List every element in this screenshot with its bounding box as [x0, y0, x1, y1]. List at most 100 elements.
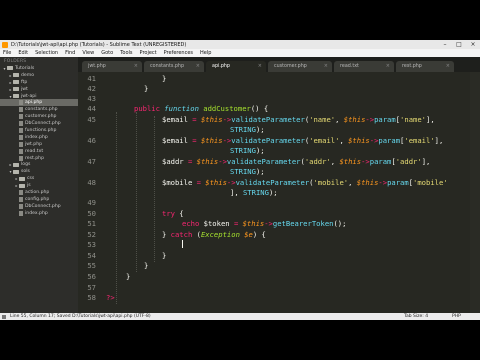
code-token: Exception	[200, 230, 240, 239]
code-line[interactable]: ?>	[106, 293, 115, 302]
menu-goto[interactable]: Goto	[101, 50, 113, 56]
tab-close-icon[interactable]: ×	[258, 61, 262, 72]
code-line[interactable]: STRING);	[230, 146, 265, 155]
menu-find[interactable]: Find	[65, 50, 75, 56]
code-token: validateParameter	[231, 115, 305, 124]
tab-close-icon[interactable]: ×	[446, 61, 450, 72]
sidebar-file[interactable]: jwt.php	[0, 141, 78, 148]
sidebar-file[interactable]: read.txt	[0, 148, 78, 155]
tab-customer[interactable]: customer.php ×	[268, 61, 332, 72]
menu-selection[interactable]: Selection	[35, 50, 58, 56]
line-number: 50	[87, 209, 96, 218]
code-token: }	[162, 251, 167, 260]
menu-edit[interactable]: Edit	[18, 50, 28, 56]
code-line[interactable]: echo $token = $this->getBearerToken();	[182, 219, 346, 228]
sidebar-file[interactable]: DbConnect.php	[0, 120, 78, 127]
sidebar-file[interactable]: config.php	[0, 196, 78, 203]
line-number: 41	[87, 74, 96, 83]
sidebar-folder[interactable]: ▸ logs	[0, 161, 78, 168]
code-line[interactable]: }	[144, 84, 148, 93]
code-token: $e	[244, 230, 253, 239]
sidebar-file[interactable]: functions.php	[0, 127, 78, 134]
code-token: function	[164, 104, 199, 113]
indent-guide	[116, 112, 117, 304]
menu-project[interactable]: Project	[140, 50, 157, 56]
tab-close-icon[interactable]: ×	[196, 61, 200, 72]
code-line[interactable]: }	[162, 74, 166, 83]
close-icon[interactable]: ×	[466, 40, 480, 49]
code-token: ->	[378, 178, 388, 187]
tab-read[interactable]: read.txt ×	[334, 61, 394, 72]
code-line[interactable]: try {	[162, 209, 184, 218]
code-token: ,	[335, 115, 344, 124]
code-token: $this	[196, 157, 219, 166]
title-bar: D:\Tutorials\jwt-api\api.php (Tutorials)…	[0, 40, 480, 49]
sidebar-item-label: index.php	[25, 210, 48, 216]
code-line[interactable]: ], STRING);	[230, 188, 278, 197]
menu-view[interactable]: View	[82, 50, 94, 56]
folder-icon	[19, 176, 25, 181]
sidebar-item-label: logs	[21, 162, 31, 168]
code-line[interactable]: public function addCustomer() {	[134, 104, 268, 113]
code-line[interactable]: $mobile = $this->validateParameter('mobi…	[162, 178, 448, 187]
code-line[interactable]: }	[144, 261, 148, 270]
sidebar-item-label: index.php	[25, 134, 48, 140]
sidebar-file[interactable]: action.php	[0, 189, 78, 196]
tab-api[interactable]: api.php ×	[206, 61, 266, 72]
sidebar-folder[interactable]: ▸ demo	[0, 72, 78, 79]
code-line[interactable]: }	[126, 272, 130, 281]
sublime-window: D:\Tutorials\jwt-api\api.php (Tutorials)…	[0, 40, 480, 320]
sidebar-folder[interactable]: ▸ jwt	[0, 86, 78, 93]
file-icon	[19, 134, 23, 140]
sublime-app-icon	[2, 41, 8, 48]
maximize-icon[interactable]: □	[452, 40, 466, 49]
indent-guide	[136, 112, 137, 272]
code-token: );	[255, 146, 265, 155]
tab-close-icon[interactable]: ×	[386, 61, 390, 72]
sidebar-file[interactable]: DbConnect.php	[0, 203, 78, 210]
menu-preferences[interactable]: Preferences	[164, 50, 193, 56]
sidebar-file[interactable]: api.php	[0, 99, 78, 107]
sidebar-file[interactable]: constants.php	[0, 106, 78, 113]
code-line[interactable]: } catch (Exception $e) {	[162, 230, 266, 239]
code-line[interactable]: $addr = $this->validateParameter('addr',…	[162, 157, 430, 166]
panel-toggle-icon[interactable]	[2, 314, 6, 319]
code-line[interactable]: }	[162, 251, 166, 260]
sidebar-file[interactable]: index.php	[0, 134, 78, 141]
menu-tools[interactable]: Tools	[120, 50, 132, 56]
code-line[interactable]: STRING);	[230, 125, 265, 134]
code-token: $email	[162, 115, 188, 124]
sidebar-file[interactable]: index.php	[0, 210, 78, 217]
minimap[interactable]	[470, 72, 480, 313]
tab-close-icon[interactable]: ×	[134, 61, 138, 72]
sidebar-folder[interactable]: ▸ ftp	[0, 79, 78, 86]
code-token: echo	[182, 219, 200, 228]
sidebar-folder[interactable]: ▾ jwt-api	[0, 93, 78, 100]
sidebar-file[interactable]: rest.php	[0, 155, 78, 162]
code-token: ],	[426, 115, 435, 124]
sidebar-folder[interactable]: ▸ js	[0, 182, 78, 189]
tab-jwt[interactable]: jwt.php ×	[82, 61, 142, 72]
code-line[interactable]: $email = $this->validateParameter('name'…	[162, 115, 435, 124]
menu-help[interactable]: Help	[200, 50, 211, 56]
minimize-icon[interactable]: –	[438, 40, 452, 49]
sidebar-file[interactable]: customer.php	[0, 113, 78, 120]
menu-file[interactable]: File	[3, 50, 11, 56]
syntax-indicator[interactable]: PHP	[452, 313, 461, 320]
code-editor[interactable]: 41 42 43 44 45 46 47 48 49 50 51 52 53 54 55 56 57 58 }} p…	[78, 72, 480, 313]
code-token: ->	[264, 219, 273, 228]
file-icon	[19, 196, 23, 202]
code-line[interactable]: STRING);	[230, 167, 265, 176]
sidebar-folder[interactable]: ▾ Tutorials	[0, 65, 78, 72]
code-line[interactable]: $email = $this->validateParameter('email…	[162, 136, 443, 145]
sidebar-item-label: constants.php	[25, 107, 58, 113]
window-title: D:\Tutorials\jwt-api\api.php (Tutorials)…	[11, 41, 187, 48]
sidebar-folder[interactable]: ▾ sols	[0, 168, 78, 175]
tab-constants[interactable]: constants.php ×	[144, 61, 204, 72]
tab-close-icon[interactable]: ×	[324, 61, 328, 72]
line-number: 45	[87, 115, 96, 124]
tab-bar: jwt.php × constants.php × api.php × custome…	[78, 57, 480, 72]
tab-size-indicator[interactable]: Tab Size: 4	[404, 313, 428, 320]
tab-rest[interactable]: rest.php ×	[396, 61, 454, 72]
sidebar-folder[interactable]: ▸ css	[0, 175, 78, 182]
